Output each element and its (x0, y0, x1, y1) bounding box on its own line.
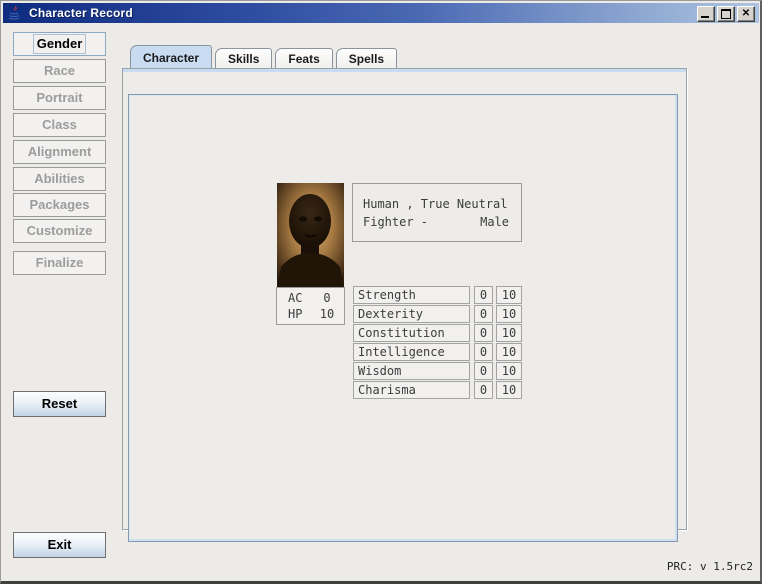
sidebar-button-alignment-label: Alignment (28, 144, 92, 159)
ability-name: Strength (353, 286, 470, 304)
sidebar-button-race[interactable]: Race (13, 59, 106, 83)
reset-button[interactable]: Reset (13, 391, 106, 417)
minimize-button[interactable] (697, 6, 715, 22)
ac-hp-box: AC 0 HP 10 (276, 287, 345, 325)
ability-mod: 0 (474, 381, 493, 399)
ability-score: 10 (496, 343, 522, 361)
sidebar-button-finalize-label: Finalize (36, 255, 84, 270)
ability-score: 10 (496, 324, 522, 342)
sidebar-button-finalize[interactable]: Finalize (13, 251, 106, 275)
ability-name: Charisma (353, 381, 470, 399)
ability-mod: 0 (474, 305, 493, 323)
ac-value: 0 (314, 290, 340, 306)
version-label: PRC: v 1.5rc2 (667, 560, 753, 573)
ability-score: 10 (496, 305, 522, 323)
ability-name: Intelligence (353, 343, 470, 361)
ability-mod: 0 (474, 343, 493, 361)
ability-score: 10 (496, 381, 522, 399)
ability-name: Constitution (353, 324, 470, 342)
tab-skills[interactable]: Skills (215, 48, 272, 68)
tab-character[interactable]: Character (130, 45, 212, 68)
sidebar-button-customize-label: Customize (27, 223, 93, 238)
character-info-box: Human , True Neutral Fighter - Male (352, 183, 522, 242)
close-button[interactable] (737, 6, 755, 22)
ability-mod: 0 (474, 286, 493, 304)
tab-spells[interactable]: Spells (336, 48, 397, 68)
sidebar-button-class-label: Class (42, 117, 77, 132)
ability-mod: 0 (474, 362, 493, 380)
sidebar-button-abilities[interactable]: Abilities (13, 167, 106, 191)
hp-label: HP (288, 306, 314, 322)
class-text: Fighter - (363, 213, 428, 231)
window-title: Character Record (29, 6, 133, 20)
sidebar-button-alignment[interactable]: Alignment (13, 140, 106, 164)
ac-label: AC (288, 290, 314, 306)
race-alignment-text: Human , True Neutral (363, 195, 511, 213)
tab-row: Character Skills Feats Spells (122, 46, 687, 68)
hp-value: 10 (314, 306, 340, 322)
ability-score: 10 (496, 362, 522, 380)
ability-score: 10 (496, 286, 522, 304)
maximize-button[interactable] (717, 6, 735, 22)
sidebar-button-portrait[interactable]: Portrait (13, 86, 106, 110)
titlebar: Character Record (3, 3, 759, 23)
sidebar-button-gender-label: Gender (33, 34, 87, 54)
java-logo-icon (7, 5, 23, 21)
character-portrait (277, 183, 344, 287)
sidebar-button-packages-label: Packages (30, 197, 90, 212)
sidebar-button-gender[interactable]: Gender (13, 32, 106, 56)
ability-mod: 0 (474, 324, 493, 342)
sidebar-button-class[interactable]: Class (13, 113, 106, 137)
sidebar-button-portrait-label: Portrait (36, 90, 82, 105)
sidebar-button-customize[interactable]: Customize (13, 219, 106, 243)
gender-text: Male (480, 213, 509, 231)
sidebar-button-packages[interactable]: Packages (13, 193, 106, 217)
ability-name: Wisdom (353, 362, 470, 380)
sidebar-button-race-label: Race (44, 63, 75, 78)
ability-name: Dexterity (353, 305, 470, 323)
exit-button[interactable]: Exit (13, 532, 106, 558)
sidebar-button-abilities-label: Abilities (34, 171, 85, 186)
tab-feats[interactable]: Feats (275, 48, 332, 68)
